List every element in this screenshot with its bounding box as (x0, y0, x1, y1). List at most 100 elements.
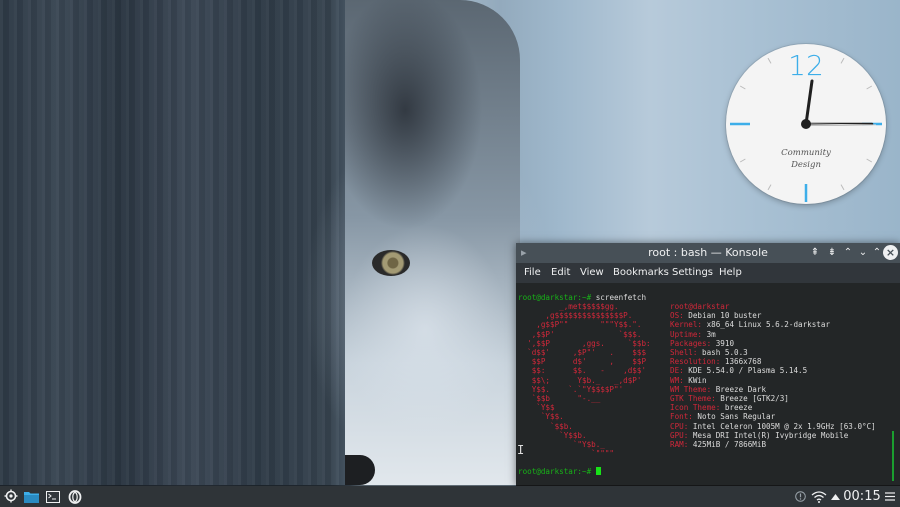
info-line: Font: Noto Sans Regular (670, 412, 775, 421)
maximize-icon[interactable]: ⌃ (870, 246, 884, 260)
info-line: GTK Theme: Breeze [GTK2/3] (670, 394, 789, 403)
hour-tick (739, 85, 746, 90)
file-manager-icon[interactable] (23, 486, 41, 507)
logo-line: $$\; Y$b._ _,d$P' (518, 375, 642, 385)
clock-twelve-label: 12 (788, 49, 824, 82)
menu-bookmarks[interactable]: Bookmarks (613, 267, 669, 279)
command: screenfetch (591, 293, 647, 302)
info-line: OS: Debian 10 buster (670, 311, 761, 320)
info-line: CPU: Intel Celeron 1005M @ 2x 1.9GHz [63… (670, 422, 876, 431)
opera-browser-icon[interactable] (66, 486, 84, 507)
hour-hand (804, 79, 814, 126)
info-key: Shell: (670, 348, 698, 357)
info-value: 3m (702, 329, 716, 339)
logo-line: ,g$$$$$$$$$$$$$$$P. (518, 311, 633, 321)
logo-line: `$$b "-.__ (518, 394, 601, 403)
notifications-icon[interactable] (794, 486, 808, 507)
terminal-cursor (595, 467, 601, 475)
logo-line: $$P d$' , $$P (518, 357, 647, 367)
terminal-output[interactable]: root@darkstar:~# screenfetch _,met$$$$$g… (516, 283, 900, 486)
shade-icon[interactable]: ⌃ (841, 246, 855, 260)
hour-tick (767, 184, 772, 191)
info-value: Mesa DRI Intel(R) Ivybridge Mobile (688, 430, 849, 440)
menubar: File Edit View Bookmarks Settings Help (516, 263, 900, 283)
info-line: Uptime: 3m (670, 330, 716, 339)
logo-line: `Y$$ (518, 403, 555, 413)
logo-line: `$$b. (518, 421, 573, 431)
info-key: RAM: (670, 440, 689, 449)
taskbar-panel: 00:15 (0, 486, 900, 507)
user-host: root@darkstar (670, 302, 730, 311)
info-line: Resolution: 1366x768 (670, 357, 761, 366)
info-line: WM: KWin (670, 376, 707, 385)
analog-clock-widget[interactable]: 12 Community Design (726, 44, 886, 204)
info-key: CPU: (670, 421, 689, 431)
panel-clock[interactable]: 00:15 (842, 486, 882, 507)
clock-brand: Community Design (726, 147, 886, 171)
logo-line: `Y$$. (518, 412, 564, 422)
info-key: WM: (670, 375, 684, 385)
hour-tick (840, 184, 845, 191)
info-value: 3910 (711, 338, 735, 348)
wolf-head (345, 0, 520, 485)
terminal-launcher-icon[interactable] (44, 486, 62, 507)
info-value: 1366x768 (720, 357, 762, 367)
menu-file[interactable]: File (524, 267, 541, 279)
logo-line: `d$$' ,$P"' . $$$ (518, 348, 647, 357)
menu-help[interactable]: Help (719, 267, 742, 279)
info-value: breeze (720, 403, 753, 413)
ibeam-cursor-icon: I (517, 443, 525, 457)
info-line: RAM: 425MiB / 7866MiB (670, 440, 766, 449)
info-key: Font: (670, 412, 693, 422)
info-value: KDE 5.54.0 / Plasma 5.14.5 (683, 366, 808, 376)
clock-brand-line1: Community (781, 148, 831, 158)
menu-edit[interactable]: Edit (551, 267, 570, 279)
info-key: GPU: (670, 430, 689, 440)
info-line: Shell: bash 5.0.3 (670, 348, 748, 357)
wolf-eye (372, 250, 410, 276)
konsole-window[interactable]: ▸ root : bash — Konsole ⇞ ⇟ ⌃ ⌄ ⌃ × File… (516, 243, 900, 486)
info-value: Breeze Dark (711, 384, 767, 394)
window-titlebar[interactable]: ▸ root : bash — Konsole ⇞ ⇟ ⌃ ⌄ ⌃ × (516, 243, 900, 263)
logo-line: ',$$P ,ggs. `$$b: (518, 338, 651, 348)
info-line: Packages: 3910 (670, 339, 734, 348)
close-icon[interactable]: × (883, 245, 898, 260)
info-value: x86_64 Linux 5.6.2-darkstar (702, 320, 831, 330)
info-line: Icon Theme: breeze (670, 403, 752, 412)
logo-line: ,g$$P"" """Y$$.". (518, 320, 642, 330)
info-key: Icon Theme: (670, 403, 721, 413)
info-key: DE: (670, 366, 684, 376)
info-value: Breeze [GTK2/3] (715, 394, 789, 403)
info-key: Kernel: (670, 320, 703, 330)
info-line: Kernel: x86_64 Linux 5.6.2-darkstar (670, 320, 830, 329)
clock-brand-line2: Design (791, 160, 821, 170)
info-key: OS: (670, 311, 684, 321)
wolf-nose (345, 455, 375, 485)
menu-settings[interactable]: Settings (672, 267, 713, 279)
logo-line: `"""" (518, 449, 615, 459)
show-hidden-arrow-icon[interactable] (829, 486, 841, 507)
minimize-icon[interactable]: ⌄ (856, 246, 870, 260)
menu-view[interactable]: View (580, 267, 604, 279)
info-line: WM Theme: Breeze Dark (670, 385, 766, 394)
info-value: KWin (683, 375, 707, 385)
scroll-indicator[interactable] (892, 431, 894, 481)
info-key: Uptime: (670, 329, 703, 339)
keep-above-icon[interactable]: ⇞ (808, 246, 822, 260)
info-value: Debian 10 buster (683, 311, 762, 321)
prompt-line: root@darkstar:~# (518, 467, 601, 476)
keep-below-icon[interactable]: ⇟ (825, 246, 839, 260)
network-wifi-icon[interactable] (810, 486, 828, 507)
info-key: WM Theme: (670, 384, 712, 394)
logo-line: _,met$$$$$gg. (518, 302, 619, 311)
info-line: DE: KDE 5.54.0 / Plasma 5.14.5 (670, 366, 807, 375)
logo-line: `Y$$b. (518, 430, 587, 440)
tree-bark (0, 0, 345, 485)
kde-menu-icon[interactable] (2, 486, 20, 507)
logo-line: $$: $$. - ,d$$' (518, 366, 647, 376)
clock-center (801, 119, 811, 129)
command-line: root@darkstar:~# screenfetch (518, 293, 646, 302)
logo-line: ,$$P' `$$$. (518, 329, 642, 339)
info-value: 425MiB / 7866MiB (688, 440, 767, 449)
panel-menu-icon[interactable] (883, 486, 897, 507)
